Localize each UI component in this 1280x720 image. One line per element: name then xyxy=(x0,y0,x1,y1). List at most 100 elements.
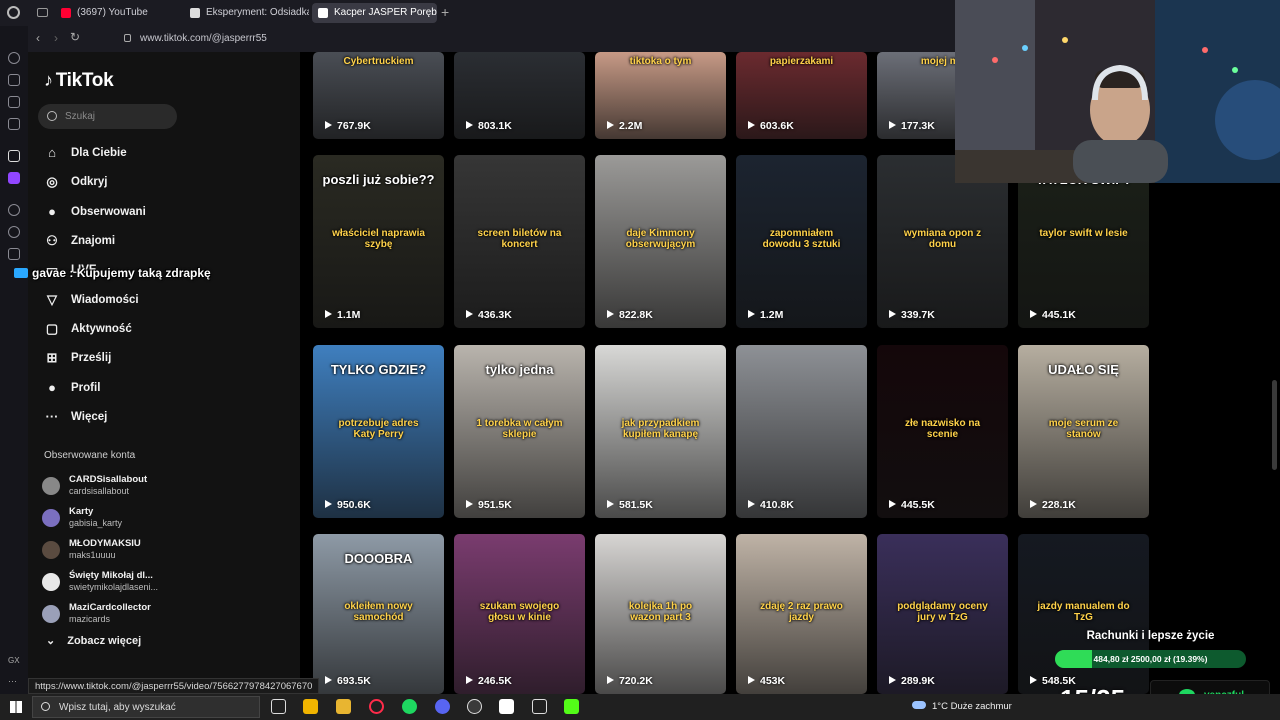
tab-manager-icon[interactable] xyxy=(37,8,48,17)
mail-icon[interactable] xyxy=(8,118,20,130)
gallery-icon[interactable] xyxy=(8,96,20,108)
app-icon[interactable] xyxy=(499,699,514,714)
video-thumbnail[interactable]: tylko jedna 1 torebka w całym sklepie 951.… xyxy=(454,345,585,518)
video-thumbnail[interactable]: jazdy manualem do TzG 548.5K xyxy=(1018,534,1149,694)
video-caption: screen biletów na koncert xyxy=(477,228,562,250)
store-icon[interactable] xyxy=(303,699,318,714)
browser-logo-icon[interactable] xyxy=(7,6,20,19)
video-thumbnail[interactable]: Cybertruckiem 767.9K xyxy=(313,52,444,139)
obs-icon[interactable] xyxy=(467,699,482,714)
video-thumbnail[interactable]: 410.8K xyxy=(736,345,867,518)
tab-label: Kacper JASPER Porębski xyxy=(334,7,437,18)
logo-text: TikTok xyxy=(55,70,114,91)
video-thumbnail[interactable]: TYLKO GDZIE? potrzebuje adres Katy Perry 9… xyxy=(313,345,444,518)
forward-icon[interactable]: › xyxy=(54,31,58,45)
view-count-text: 1.2M xyxy=(760,309,784,321)
video-caption: wymiana opon z domu xyxy=(903,228,982,250)
video-thumbnail[interactable]: 803.1K xyxy=(454,52,585,139)
view-count: 693.5K xyxy=(325,675,371,687)
video-thumbnail[interactable]: screen biletów na koncert 436.3K xyxy=(454,155,585,328)
nav-item-aktywność[interactable]: ▢ Aktywność xyxy=(42,318,132,342)
spotify-icon[interactable] xyxy=(402,699,417,714)
video-thumbnail[interactable]: poszli już sobie?? właściciel naprawia sz… xyxy=(313,155,444,328)
page-scrollbar[interactable] xyxy=(1272,380,1277,470)
nav-item-obserwowani[interactable]: ● Obserwowani xyxy=(42,201,146,225)
video-thumbnail[interactable]: kolejka 1h po wazon part 3 720.2K xyxy=(595,534,726,694)
see-more-button[interactable]: ⌄ Zobacz więcej xyxy=(46,634,141,647)
folder-icon[interactable] xyxy=(336,699,351,714)
account-handle: gabisia_karty xyxy=(69,518,123,528)
play-icon[interactable] xyxy=(8,204,20,216)
new-tab-button[interactable]: + xyxy=(441,4,449,20)
cube-icon[interactable] xyxy=(8,248,20,260)
clock-icon[interactable] xyxy=(8,226,20,238)
chat-text: gavae : Kupujemy taką zdrapkę xyxy=(32,266,211,280)
nav-item-więcej[interactable]: ··· Więcej xyxy=(42,406,108,430)
nav-item-znajomi[interactable]: ⚇ Znajomi xyxy=(42,230,115,254)
nav-item-profil[interactable]: ● Profil xyxy=(42,377,100,401)
terminal-icon[interactable] xyxy=(532,699,547,714)
view-count-text: 445.5K xyxy=(901,499,935,511)
video-thumbnail[interactable]: zdaję 2 raz prawo jazdy 453K xyxy=(736,534,867,694)
video-thumbnail[interactable]: szukam swojego głosu w kinie 246.5K xyxy=(454,534,585,694)
opera-gx-icon[interactable] xyxy=(369,699,384,714)
account-name: MaziCardcollector xyxy=(69,602,151,613)
history-icon[interactable] xyxy=(8,52,20,64)
kick-icon[interactable] xyxy=(564,699,579,714)
play-icon xyxy=(466,310,473,318)
nav-item-dla-ciebie[interactable]: ⌂ Dla Ciebie xyxy=(42,142,127,166)
view-count-text: 720.2K xyxy=(619,675,653,687)
messages-icon: ▽ xyxy=(47,292,57,307)
taskbar-search-input[interactable]: Wpisz tutaj, aby wyszukać xyxy=(32,696,260,718)
video-thumbnail[interactable]: papierzakami 603.6K xyxy=(736,52,867,139)
view-count: 720.2K xyxy=(607,675,653,687)
play-icon xyxy=(607,121,614,129)
weather-widget[interactable]: 1°C Duże zachmur xyxy=(912,701,1012,712)
search-input[interactable]: Szukaj xyxy=(38,104,177,129)
back-icon[interactable]: ‹ xyxy=(36,31,40,45)
bag-icon[interactable] xyxy=(8,74,20,86)
tab-tiktok-active[interactable]: Kacper JASPER Porębski xyxy=(312,3,437,23)
account-name: Święty Mikołaj dl... xyxy=(69,570,153,581)
nav-item-wiadomości[interactable]: ▽ Wiadomości xyxy=(42,289,139,313)
view-count: 445.5K xyxy=(889,499,935,511)
search-icon xyxy=(41,702,50,711)
url-field[interactable]: www.tiktok.com/@jasperrr55 xyxy=(116,30,836,48)
video-thumbnail[interactable]: DOOOBRA okleiłem nowy samochód 693.5K xyxy=(313,534,444,694)
nav-item-prześlij[interactable]: ⊞ Prześlij xyxy=(42,347,112,371)
discord-icon[interactable] xyxy=(435,699,450,714)
compass-icon: ◎ xyxy=(46,174,58,189)
video-thumbnail[interactable]: podglądamy oceny jury w TzG 289.9K xyxy=(877,534,1008,694)
video-thumbnail[interactable]: UDAŁO SIĘ moje serum ze stanów 228.1K xyxy=(1018,345,1149,518)
video-caption: daje Kimmony obserwującym xyxy=(625,228,696,250)
video-caption: Cybertruckiem xyxy=(343,56,414,67)
nav-item-odkryj[interactable]: ◎ Odkryj xyxy=(42,171,107,195)
view-count-text: 228.1K xyxy=(1042,499,1076,511)
video-caption: kolejka 1h po wazon part 3 xyxy=(628,601,693,623)
tiktok-logo[interactable]: ♪ TikTok xyxy=(44,70,114,92)
view-count-text: 822.8K xyxy=(619,309,653,321)
rail-more-icon[interactable]: ··· xyxy=(8,676,17,686)
reload-icon[interactable]: ↻ xyxy=(70,30,80,44)
view-count: 228.1K xyxy=(1030,499,1076,511)
search-placeholder: Szukaj xyxy=(65,111,96,122)
video-thumbnail[interactable]: tiktoka o tym 2.2M xyxy=(595,52,726,139)
video-caption: okleiłem nowy samochód xyxy=(344,601,413,623)
windows-start-icon[interactable] xyxy=(10,701,22,713)
view-count: 767.9K xyxy=(325,120,371,132)
video-thumbnail[interactable]: daje Kimmony obserwującym 822.8K xyxy=(595,155,726,328)
tab-youtube[interactable]: (3697) YouTube xyxy=(55,3,180,23)
tab-eksperyment[interactable]: Eksperyment: Odsiadka xyxy=(184,3,309,23)
view-count-text: 2.2M xyxy=(619,120,643,132)
task-view-icon[interactable] xyxy=(271,699,286,714)
video-thumbnail[interactable]: złe nazwisko na scenie 445.5K xyxy=(877,345,1008,518)
arrow-icon[interactable] xyxy=(8,150,20,162)
gx-icon[interactable]: GX xyxy=(8,656,20,665)
video-thumbnail[interactable]: zapomniałem dowodu 3 sztuki 1.2M xyxy=(736,155,867,328)
play-icon xyxy=(325,500,332,508)
account-name: Karty xyxy=(69,506,94,517)
tiktok-sidebar: ♪ TikTok Szukaj ⌂ Dla Ciebie ◎ Odkryj ● Obserw… xyxy=(28,52,300,678)
twitch-icon[interactable] xyxy=(8,172,20,184)
video-thumbnail[interactable]: jak przypadkiem kupiłem kanapę 581.5K xyxy=(595,345,726,518)
weather-text: 1°C Duże zachmur xyxy=(932,701,1012,712)
